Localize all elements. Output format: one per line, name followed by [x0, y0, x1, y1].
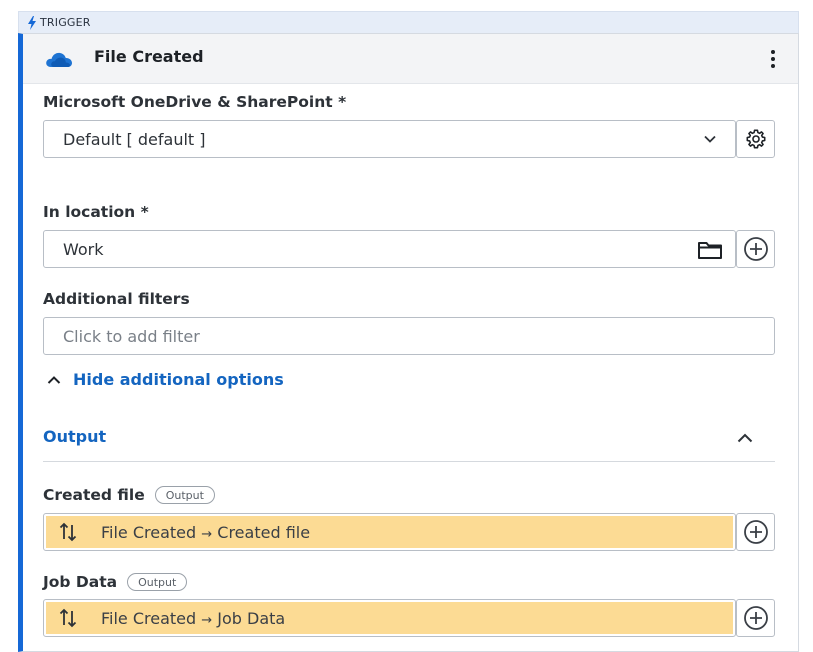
- trigger-panel: File Created Microsoft OneDrive & ShareP…: [18, 33, 799, 652]
- onedrive-cloud-icon: [46, 52, 72, 67]
- mapping-text: File Created → Job Data: [101, 609, 285, 628]
- folder-icon[interactable]: [697, 239, 723, 261]
- filters-placeholder: Click to add filter: [63, 326, 200, 346]
- output-item-created-file-label: Created file Output: [43, 486, 215, 504]
- filters-input[interactable]: Click to add filter: [43, 317, 775, 355]
- output-name: Job Data: [43, 573, 118, 591]
- created-file-mapping[interactable]: File Created → Created file: [43, 513, 736, 551]
- mapping-source: File Created: [101, 522, 197, 542]
- swap-arrows-icon: [59, 522, 77, 542]
- plus-circle-icon: [743, 520, 768, 544]
- job-data-mapping-chip[interactable]: File Created → Job Data: [46, 602, 733, 634]
- location-value: Work: [63, 239, 104, 259]
- mapping-arrow: →: [201, 612, 213, 628]
- mapping-arrow: →: [201, 526, 213, 542]
- swap-arrows-icon: [59, 608, 77, 628]
- lightning-icon: [28, 15, 36, 30]
- trigger-bar: TRIGGER: [18, 11, 799, 33]
- panel-header: File Created: [23, 34, 798, 84]
- plus-circle-icon: [743, 606, 768, 630]
- output-name: Created file: [43, 486, 145, 504]
- mapping-text: File Created → Created file: [101, 523, 310, 542]
- connection-select[interactable]: Default [ default ]: [43, 120, 736, 158]
- output-badge: Output: [154, 486, 215, 504]
- output-section-title: Output: [43, 427, 107, 446]
- mapping-field: Created file: [217, 522, 311, 542]
- created-file-add-button[interactable]: [736, 513, 775, 551]
- chevron-down-icon: [704, 135, 716, 143]
- output-collapse-chevron-icon[interactable]: [736, 431, 754, 445]
- panel-title: File Created: [94, 47, 204, 66]
- location-label: In location *: [43, 203, 149, 221]
- filters-label: Additional filters: [43, 290, 190, 308]
- output-divider: [43, 461, 775, 462]
- gear-icon: [746, 129, 765, 149]
- plus-circle-icon: [743, 237, 768, 261]
- more-options-icon[interactable]: [770, 50, 776, 70]
- job-data-mapping[interactable]: File Created → Job Data: [43, 599, 736, 637]
- location-add-button[interactable]: [736, 230, 775, 268]
- mapping-source: File Created: [101, 608, 197, 628]
- mapping-field: Job Data: [217, 608, 286, 628]
- connection-settings-button[interactable]: [736, 120, 775, 158]
- connection-value: Default [ default ]: [63, 129, 206, 149]
- output-badge: Output: [127, 573, 188, 591]
- hide-additional-options-link[interactable]: Hide additional options: [47, 370, 284, 389]
- chevron-up-icon: [47, 375, 61, 384]
- output-item-job-data-label: Job Data Output: [43, 573, 188, 591]
- hide-additional-options-label: Hide additional options: [73, 370, 284, 389]
- created-file-mapping-chip[interactable]: File Created → Created file: [46, 516, 733, 548]
- trigger-label: TRIGGER: [40, 16, 91, 29]
- location-input[interactable]: Work: [43, 230, 736, 268]
- job-data-add-button[interactable]: [736, 599, 775, 637]
- connection-label: Microsoft OneDrive & SharePoint *: [43, 93, 347, 111]
